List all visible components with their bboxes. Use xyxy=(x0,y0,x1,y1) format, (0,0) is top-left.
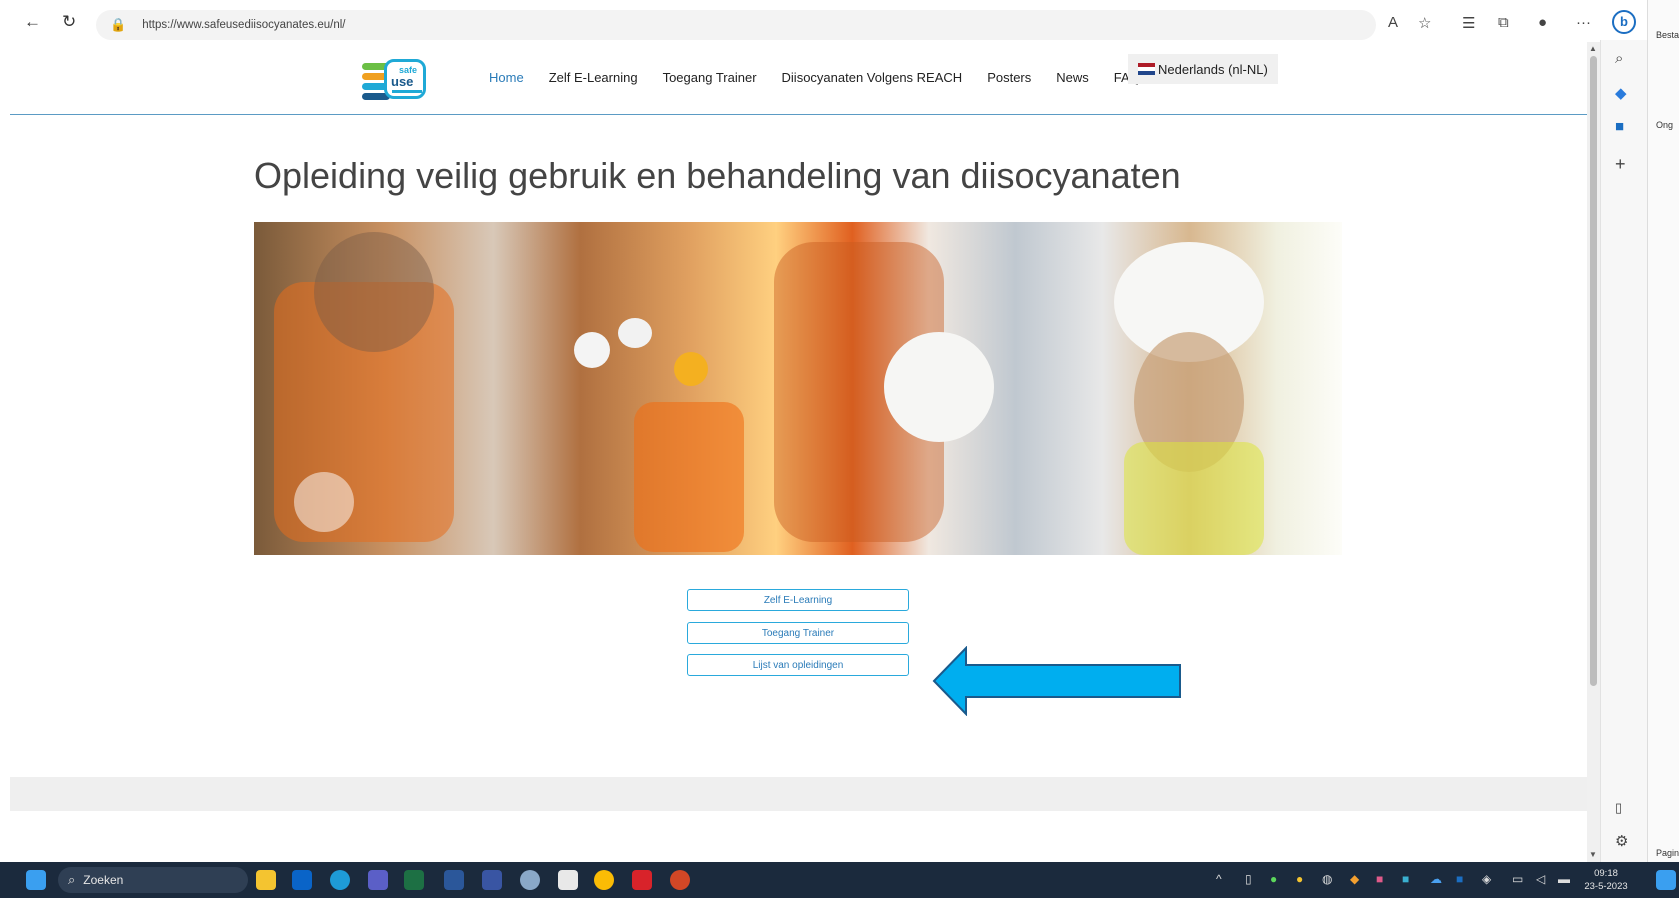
excel-icon[interactable] xyxy=(404,870,424,890)
chrome-icon[interactable] xyxy=(594,870,614,890)
language-selector[interactable]: Nederlands (nl-NL) xyxy=(1128,54,1278,84)
main-nav: Home Zelf E-Learning Toegang Trainer Diisoc… xyxy=(489,70,1165,85)
vertical-scrollbar[interactable]: ▲ ▼ xyxy=(1587,42,1600,862)
volume-icon[interactable]: ◁ xyxy=(1536,872,1545,886)
side-panel-text: Ong xyxy=(1656,120,1674,130)
trainer-access-button[interactable]: Toegang Trainer xyxy=(687,622,909,644)
shopping-icon[interactable]: ◆ xyxy=(1615,84,1627,102)
site-logo[interactable]: safe use xyxy=(362,55,437,103)
hero-image xyxy=(254,222,1342,555)
nav-item-2[interactable]: Toegang Trainer xyxy=(663,70,757,85)
tray-icon[interactable]: ■ xyxy=(1456,872,1463,886)
visio-icon[interactable] xyxy=(482,870,502,890)
side-panel-text: Besta xyxy=(1656,30,1679,40)
nav-item-1[interactable]: Zelf E-Learning xyxy=(549,70,638,85)
more-icon[interactable]: ··· xyxy=(1576,14,1591,31)
taskbar-search[interactable]: ⌕ Zoeken xyxy=(58,867,248,893)
nav-item-0[interactable]: Home xyxy=(489,70,524,85)
clock-time: 09:18 xyxy=(1594,868,1618,879)
address-url[interactable]: https://www.safeusediisocyanates.eu/nl/ xyxy=(142,19,345,31)
address-bar[interactable]: 🔒 https://www.safeusediisocyanates.eu/nl… xyxy=(96,10,1376,40)
side-panel: Besta Ong Pagin xyxy=(1647,0,1679,862)
language-label: Nederlands (nl-NL) xyxy=(1158,61,1268,77)
nav-item-3[interactable]: Diisocyanaten Volgens REACH xyxy=(782,70,963,85)
nav-item-5[interactable]: News xyxy=(1056,70,1089,85)
start-icon[interactable] xyxy=(26,870,46,890)
site-header: safe use Home Zelf E-Learning Toegang Trai… xyxy=(10,40,1587,115)
notifications-icon[interactable] xyxy=(1656,870,1676,890)
footer-band xyxy=(10,777,1587,811)
settings-icon[interactable]: ⚙ xyxy=(1615,832,1628,850)
side-panel-text: Pagin xyxy=(1656,848,1679,858)
read-aloud-icon[interactable]: A xyxy=(1388,14,1398,31)
acrobat-icon[interactable] xyxy=(632,870,652,890)
sidebar-layout-icon[interactable]: ▯ xyxy=(1615,800,1622,816)
app-icon[interactable] xyxy=(520,870,540,890)
training-list-button[interactable]: Lijst van opleidingen xyxy=(687,654,909,676)
battery-icon[interactable]: ▬ xyxy=(1558,872,1570,886)
tray-icon[interactable]: ◍ xyxy=(1322,872,1332,886)
profile-icon[interactable]: ● xyxy=(1538,14,1547,31)
onedrive-icon[interactable]: ☁ xyxy=(1430,872,1442,886)
search-icon: ⌕ xyxy=(68,872,76,887)
edge-sidebar: ⌕ ◆ ■ + ▯ ⚙ xyxy=(1600,40,1647,862)
annotation-arrow xyxy=(932,646,1181,716)
tray-icon[interactable]: ● xyxy=(1296,872,1303,886)
windows-taskbar: ⌕ Zoeken ^ ▯ ● ● ◍ ◆ ■ ■ ☁ ■ ◈ ▭ ◁ ▬ 09:… xyxy=(0,862,1679,898)
tray-icon[interactable]: ◆ xyxy=(1350,872,1359,886)
scroll-up-icon[interactable]: ▲ xyxy=(1589,44,1597,53)
tray-icon[interactable]: ■ xyxy=(1376,872,1383,886)
back-icon[interactable]: ← xyxy=(24,12,41,32)
tray-icon[interactable]: ▯ xyxy=(1245,872,1252,886)
self-elearning-button[interactable]: Zelf E-Learning xyxy=(687,589,909,611)
outlook-icon[interactable]: ■ xyxy=(1615,118,1624,135)
network-icon[interactable]: ▭ xyxy=(1512,872,1523,886)
tray-icon[interactable]: ● xyxy=(1270,872,1277,886)
scroll-thumb[interactable] xyxy=(1590,56,1597,686)
tray-icon[interactable]: ■ xyxy=(1402,872,1409,886)
teams-icon[interactable] xyxy=(368,870,388,890)
tray-icon[interactable]: ◈ xyxy=(1482,872,1491,886)
photos-icon[interactable] xyxy=(558,870,578,890)
file-explorer-icon[interactable] xyxy=(256,870,276,890)
taskbar-clock[interactable]: 09:18 23-5-2023 xyxy=(1580,867,1632,893)
chevron-up-icon[interactable]: ^ xyxy=(1216,872,1222,886)
browser-toolbar: ← ↻ 🔒 https://www.safeusediisocyanates.e… xyxy=(0,0,1679,40)
cropped-overlay xyxy=(0,0,720,6)
taskbar-search-label: Zoeken xyxy=(83,873,124,887)
outlook-icon[interactable] xyxy=(292,870,312,890)
bing-icon[interactable]: b xyxy=(1612,10,1636,34)
page-title: Opleiding veilig gebruik en behandeling … xyxy=(254,155,1181,196)
logo-text-use: use xyxy=(391,74,414,89)
scroll-down-icon[interactable]: ▼ xyxy=(1589,850,1597,859)
flag-nl-icon xyxy=(1138,63,1155,75)
search-icon[interactable]: ⌕ xyxy=(1615,50,1623,67)
powerpoint-icon[interactable] xyxy=(670,870,690,890)
favorite-add-icon[interactable]: ☆ xyxy=(1418,14,1431,32)
word-icon[interactable] xyxy=(444,870,464,890)
favorites-icon[interactable]: ☰ xyxy=(1462,14,1475,32)
clock-date: 23-5-2023 xyxy=(1584,881,1628,892)
lock-icon: 🔒 xyxy=(110,17,127,32)
edge-icon[interactable] xyxy=(330,870,350,890)
collections-icon[interactable]: ⧉ xyxy=(1498,14,1509,31)
nav-item-4[interactable]: Posters xyxy=(987,70,1031,85)
refresh-icon[interactable]: ↻ xyxy=(62,12,76,32)
add-icon[interactable]: + xyxy=(1615,154,1626,175)
